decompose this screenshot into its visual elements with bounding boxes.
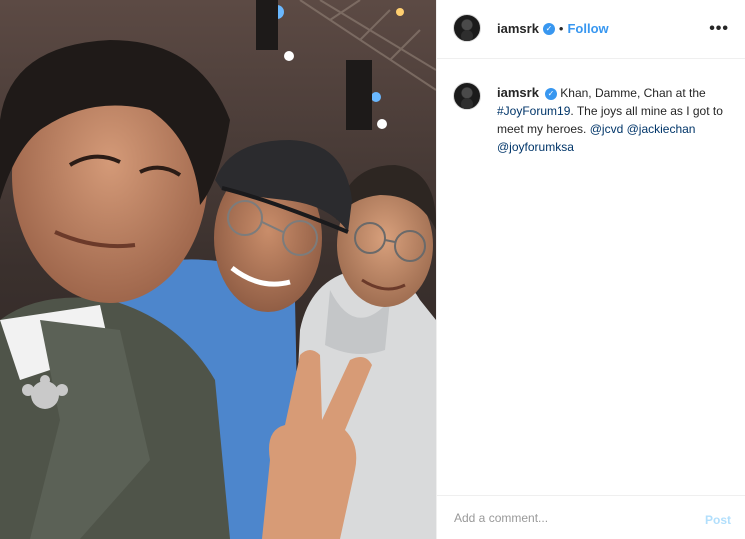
post-side-panel: iamsrk ✓ • Follow ••• iamsrk ✓ Khan, Damme, … (436, 0, 745, 539)
post-photo[interactable] (0, 0, 436, 539)
comment-input[interactable] (452, 507, 696, 529)
caption-text-1: Khan, Damme, Chan at the (560, 86, 706, 100)
more-options-icon[interactable]: ••• (709, 20, 729, 38)
verified-badge-icon: ✓ (544, 87, 557, 100)
verified-badge-icon: ✓ (542, 22, 555, 35)
post-header: iamsrk ✓ • Follow ••• (437, 0, 745, 59)
post-comment-button[interactable]: Post (705, 513, 731, 527)
comment-bar: Post (437, 495, 745, 539)
caption-username-link[interactable]: iamsrk (497, 85, 539, 100)
post-caption: iamsrk ✓ Khan, Damme, Chan at the #JoyFor… (497, 84, 723, 156)
follow-button[interactable]: Follow (567, 21, 608, 36)
selfie-image (0, 0, 436, 539)
caption-avatar[interactable] (453, 82, 481, 110)
mention-link-joyforumksa[interactable]: @joyforumksa (497, 140, 574, 154)
separator-dot: • (558, 21, 564, 36)
avatar[interactable] (453, 14, 481, 42)
header-user-line: iamsrk ✓ • Follow (497, 20, 609, 38)
mention-link-jcvd[interactable]: @jcvd (590, 122, 624, 136)
mention-link-jackiechan[interactable]: @jackiechan (627, 122, 696, 136)
username-link[interactable]: iamsrk (497, 21, 539, 36)
hashtag-link[interactable]: #JoyForum19 (497, 104, 570, 118)
